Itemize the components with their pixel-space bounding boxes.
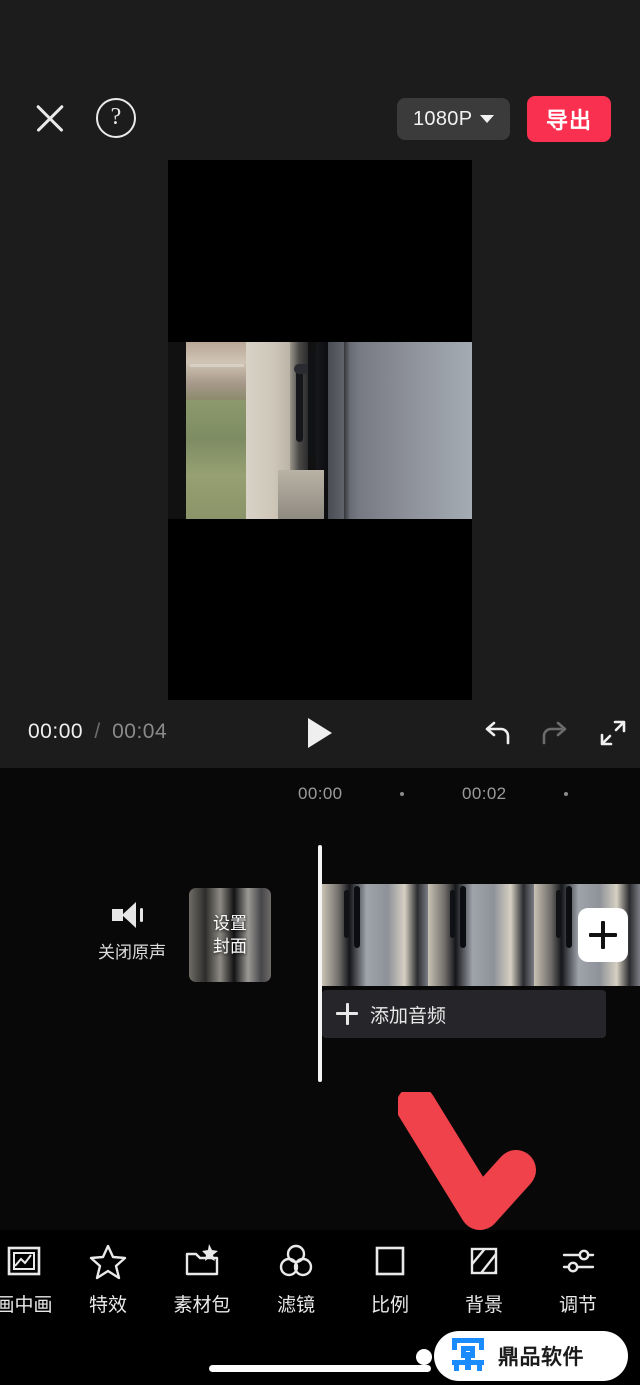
tool-adjust[interactable]: 调节 xyxy=(532,1238,624,1317)
close-icon[interactable] xyxy=(30,98,70,138)
star-sparkle-icon xyxy=(62,1238,154,1284)
playback-controls: 00:00 / 00:04 xyxy=(0,700,640,768)
mute-label: 关闭原声 xyxy=(98,943,166,962)
resolution-label: 1080P xyxy=(413,107,473,130)
watermark-dot xyxy=(416,1349,432,1365)
speaker-icon xyxy=(112,902,146,928)
playhead[interactable] xyxy=(318,845,322,1082)
tool-picture-in-picture[interactable]: 画中画 xyxy=(0,1238,70,1317)
ding-pin-logo-icon xyxy=(448,1336,488,1377)
bottom-toolbar: 画中画 特效 素材包 滤镜 比例 背景 调节 xyxy=(0,1230,640,1330)
home-indicator xyxy=(209,1365,431,1372)
scene-lower-edge xyxy=(278,470,324,519)
tool-label: 调节 xyxy=(558,1295,597,1316)
ruler-tick-1 xyxy=(400,792,404,796)
current-time: 00:00 xyxy=(28,720,84,743)
watermark-label: 鼎品软件 xyxy=(498,1346,584,1369)
chevron-down-icon xyxy=(480,115,495,123)
ruler-mark-2: 00:02 xyxy=(462,784,507,803)
scene-wall-seam xyxy=(344,342,350,519)
preview-panel: 00:00 / 00:04 xyxy=(0,160,640,768)
add-audio-label: 添加音频 xyxy=(370,1005,447,1027)
adjust-sliders-icon xyxy=(532,1238,624,1284)
tool-material-pack[interactable]: 素材包 xyxy=(156,1238,248,1317)
material-pack-icon xyxy=(156,1238,248,1284)
tool-label: 背景 xyxy=(464,1295,503,1316)
redo-icon[interactable] xyxy=(536,714,574,757)
background-stripes-icon xyxy=(438,1238,530,1284)
play-icon[interactable] xyxy=(308,718,332,748)
scene-building xyxy=(186,342,248,400)
plus-icon xyxy=(336,1003,358,1025)
red-arrow-icon xyxy=(396,1086,538,1242)
video-canvas[interactable] xyxy=(168,160,472,700)
tool-background[interactable]: 背景 xyxy=(438,1238,530,1317)
set-cover-button[interactable]: 设置 封面 xyxy=(189,888,271,982)
ruler-mark-0: 00:00 xyxy=(298,784,343,803)
export-button[interactable]: 导出 xyxy=(527,96,611,142)
top-bar: ? 1080P 导出 xyxy=(0,0,640,160)
ruler-tick-3 xyxy=(564,792,568,796)
watermark: 鼎品软件 xyxy=(434,1331,628,1381)
video-frame xyxy=(168,342,472,519)
add-clip-button[interactable] xyxy=(578,908,628,962)
clip-thumbnail xyxy=(322,884,428,986)
add-audio-track[interactable]: 添加音频 xyxy=(322,990,606,1038)
export-label: 导出 xyxy=(545,108,592,133)
tool-effects[interactable]: 特效 xyxy=(62,1238,154,1317)
tool-filter[interactable]: 滤镜 xyxy=(250,1238,342,1317)
resolution-selector[interactable]: 1080P xyxy=(397,98,511,140)
aspect-ratio-icon xyxy=(344,1238,436,1284)
tool-aspect-ratio[interactable]: 比例 xyxy=(344,1238,436,1317)
scene-building-line xyxy=(190,364,244,367)
time-separator: / xyxy=(94,720,101,743)
tool-label: 素材包 xyxy=(173,1295,231,1316)
timecode: 00:00 / 00:04 xyxy=(28,720,167,744)
undo-icon[interactable] xyxy=(478,714,516,757)
tool-label: 特效 xyxy=(88,1295,127,1316)
set-cover-label: 设置 封面 xyxy=(213,914,247,956)
clip-thumbnail xyxy=(428,884,534,986)
mute-original-audio-button[interactable]: 关闭原声 xyxy=(98,902,166,963)
tool-label: 画中画 xyxy=(0,1295,53,1316)
help-icon[interactable]: ? xyxy=(96,98,136,138)
timeline-ruler: 00:00 00:02 xyxy=(0,776,640,816)
picture-in-picture-icon xyxy=(0,1238,70,1284)
fullscreen-icon[interactable] xyxy=(594,714,632,757)
tool-label: 比例 xyxy=(370,1295,409,1316)
total-time: 00:04 xyxy=(112,720,168,743)
filter-circles-icon xyxy=(250,1238,342,1284)
scene-door-handle-upper xyxy=(296,364,303,442)
tool-label: 滤镜 xyxy=(276,1295,315,1316)
editor-screen: ? 1080P 导出 00:00 / 00:04 00:00 00:02 关闭原… xyxy=(0,0,640,1385)
